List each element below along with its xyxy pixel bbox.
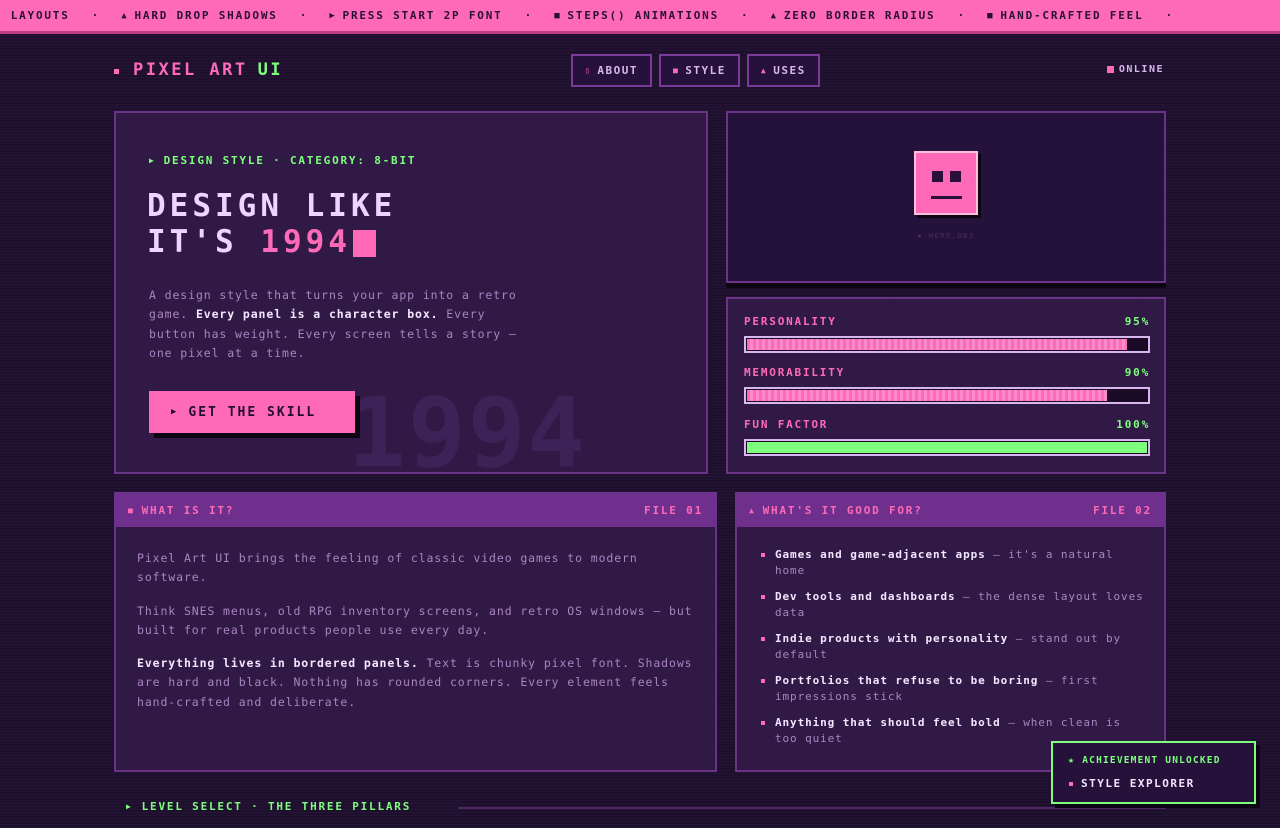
star-icon: ★ bbox=[1068, 755, 1076, 766]
nav-style-button[interactable]: ■ STYLE bbox=[658, 54, 740, 87]
triangle-up-icon: ▲ bbox=[770, 10, 778, 21]
stat-fun-factor: FUN FACTOR 100% bbox=[744, 418, 1150, 456]
logo[interactable]: PIXEL ART UI bbox=[114, 60, 283, 80]
get-the-skill-button[interactable]: ▶ GET THE SKILL bbox=[149, 391, 355, 433]
marquee-item: SED LAYOUTS bbox=[0, 9, 70, 22]
play-icon: ▶ bbox=[126, 802, 133, 811]
stat-bar-fill bbox=[747, 442, 1147, 453]
toast-subtitle: STYLE EXPLORER bbox=[1069, 777, 1195, 790]
marquee-banner: SED LAYOUTS · ▲HARD DROP SHADOWS · ▶PRES… bbox=[0, 0, 1280, 34]
list-item: Portfolios that refuse to be boring — fi… bbox=[759, 673, 1146, 704]
what-is-it-panel: ■ WHAT IS IT? FILE 01 Pixel Art UI brings… bbox=[114, 492, 717, 772]
marquee-separator: · bbox=[524, 9, 533, 22]
panel-title: WHAT IS IT? bbox=[141, 504, 235, 517]
hero-panel: 1994 ▶ DESIGN STYLE · CATEGORY: 8-BIT DE… bbox=[114, 111, 708, 474]
stat-label: MEMORABILITY bbox=[744, 366, 846, 379]
pixel-face-icon bbox=[914, 151, 978, 215]
panel-file-label: FILE 02 bbox=[1093, 504, 1152, 517]
nav-label: STYLE bbox=[685, 64, 726, 77]
square-icon: ■ bbox=[554, 10, 562, 21]
face-eye bbox=[950, 171, 961, 182]
paragraph: Everything lives in bordered panels. Tex… bbox=[137, 656, 693, 709]
stat-memorability: MEMORABILITY 90% bbox=[744, 366, 1150, 404]
triangle-up-icon: ▲ bbox=[121, 10, 129, 21]
stat-bar bbox=[744, 336, 1150, 353]
hero-eyebrow: ▶ DESIGN STYLE · CATEGORY: 8-BIT bbox=[149, 154, 417, 167]
stat-bar bbox=[744, 439, 1150, 456]
marquee-separator: · bbox=[299, 9, 308, 22]
hero-object-panel: ▪ HERO.OBJ bbox=[726, 111, 1166, 283]
status-indicator: ONLINE bbox=[1106, 64, 1164, 75]
triangle-up-icon: ▲ bbox=[749, 506, 756, 515]
square-icon: ■ bbox=[672, 66, 680, 75]
panel-header: ▲ WHAT'S IT GOOD FOR? FILE 02 bbox=[737, 494, 1164, 527]
paragraph: Pixel Art UI brings the feeling of class… bbox=[137, 551, 638, 585]
status-text: ONLINE bbox=[1118, 64, 1164, 75]
nav-about-button[interactable]: ▯ ABOUT bbox=[571, 54, 652, 87]
hero-object-caption: ▪ HERO.OBJ bbox=[917, 232, 975, 240]
logo-text: PIXEL ART bbox=[133, 60, 248, 80]
marquee-track: SED LAYOUTS · ▲HARD DROP SHADOWS · ▶PRES… bbox=[0, 9, 1195, 22]
main-nav: ▯ ABOUT ■ STYLE ▲ USES bbox=[571, 54, 820, 87]
nav-uses-button[interactable]: ▲ USES bbox=[746, 54, 820, 87]
whats-it-good-for-panel: ▲ WHAT'S IT GOOD FOR? FILE 02 Games and g… bbox=[735, 492, 1166, 772]
stat-label: FUN FACTOR bbox=[744, 418, 829, 431]
panel-title: WHAT'S IT GOOD FOR? bbox=[762, 504, 923, 517]
hero-description: A design style that turns your app into … bbox=[149, 288, 517, 360]
stat-label: PERSONALITY bbox=[744, 315, 837, 328]
play-icon: ▶ bbox=[171, 407, 179, 417]
panel-body: Pixel Art UI brings the feeling of class… bbox=[116, 527, 715, 712]
nav-label: USES bbox=[773, 64, 806, 77]
marquee-separator: · bbox=[1165, 9, 1174, 22]
marquee-item: ▲ HARD DROP SHADOWS bbox=[121, 9, 278, 22]
play-icon: ▶ bbox=[149, 156, 156, 165]
stats-panel: PERSONALITY 95% MEMORABILITY 90% FUN FACTO… bbox=[726, 297, 1166, 474]
square-icon: ■ bbox=[987, 10, 995, 21]
level-select-heading: ▶ LEVEL SELECT · THE THREE PILLARS bbox=[126, 800, 412, 813]
play-icon: ▶ bbox=[329, 10, 337, 21]
face-mouth bbox=[931, 196, 962, 199]
list-item: Games and game-adjacent apps — it's a na… bbox=[759, 547, 1146, 578]
logo-text-accent: UI bbox=[257, 60, 284, 80]
stat-value: 90% bbox=[1124, 366, 1150, 379]
panel-file-label: FILE 01 bbox=[644, 504, 703, 517]
marquee-item: ■ STEPS() ANIMATIONS bbox=[554, 9, 720, 22]
toast-title: ★ ACHIEVEMENT UNLOCKED bbox=[1068, 755, 1221, 766]
marquee-item: ▶ PRESS START 2P FONT bbox=[329, 9, 503, 22]
paragraph: Think SNES menus, old RPG inventory scre… bbox=[137, 603, 693, 637]
blinking-cursor bbox=[352, 230, 376, 257]
hero-title: DESIGN LIKE IT'S 1994 bbox=[147, 188, 397, 260]
triangle-up-icon: ▲ bbox=[760, 66, 768, 75]
status-dot-icon bbox=[1106, 66, 1114, 73]
stat-personality: PERSONALITY 95% bbox=[744, 315, 1150, 353]
list-item: Indie products with personality — stand … bbox=[759, 631, 1146, 662]
stat-value: 95% bbox=[1124, 315, 1150, 328]
square-icon bbox=[1069, 781, 1073, 786]
nav-label: ABOUT bbox=[597, 64, 638, 77]
panel-header: ■ WHAT IS IT? FILE 01 bbox=[116, 494, 715, 527]
square-icon: ■ bbox=[128, 506, 135, 515]
window-icon: ▯ bbox=[585, 66, 592, 75]
marquee-separator: · bbox=[91, 9, 100, 22]
use-case-list: Games and game-adjacent apps — it's a na… bbox=[737, 527, 1164, 746]
list-item: Dev tools and dashboards — the dense lay… bbox=[759, 589, 1146, 620]
marquee-separator: · bbox=[741, 9, 749, 22]
achievement-toast[interactable]: ★ ACHIEVEMENT UNLOCKED STYLE EXPLORER bbox=[1051, 741, 1256, 804]
stat-bar-fill bbox=[747, 339, 1127, 350]
logo-square-icon bbox=[114, 69, 119, 74]
divider bbox=[458, 807, 1166, 809]
face-eye bbox=[932, 171, 943, 182]
marquee-item: ▲ ZERO BORDER RADIUS bbox=[770, 9, 936, 22]
stat-bar bbox=[744, 387, 1150, 404]
stat-bar-fill bbox=[747, 390, 1107, 401]
stat-value: 100% bbox=[1116, 418, 1150, 431]
hero-background-year: 1994 bbox=[348, 377, 588, 474]
marquee-item: ■ HAND-CRAFTED FEEL bbox=[987, 9, 1144, 22]
marquee-separator: · bbox=[957, 9, 966, 22]
